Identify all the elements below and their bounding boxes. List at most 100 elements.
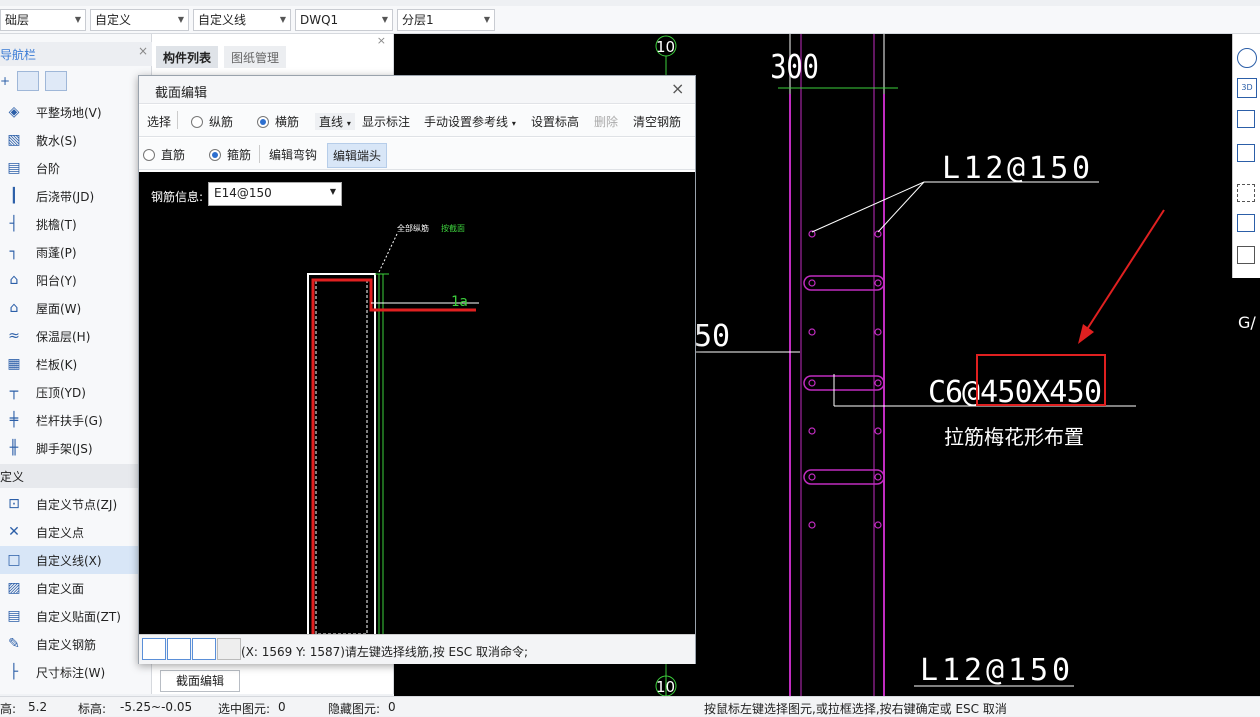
section-edit-dialog: 截面编辑 × 选择 纵筋 横筋 直线 ▾ 显示标注 手动设置参考线 ▾ 设置标高… xyxy=(138,75,696,664)
canvas-la: 1a xyxy=(451,294,468,310)
nav-item-label: 自定义点 xyxy=(36,525,85,540)
stirrup-radio[interactable]: 箍筋 xyxy=(209,146,251,163)
nav-item[interactable]: ◈ 平整场地(V) xyxy=(0,98,152,126)
nav-item[interactable]: ╪ 栏杆扶手(G) xyxy=(0,406,152,434)
nav-item[interactable]: ⌂ 屋面(W) xyxy=(0,294,152,322)
chevron-down-icon: ▼ xyxy=(381,15,388,24)
chevron-down-icon: ▾ xyxy=(511,119,516,128)
scaffold-icon: ╫ xyxy=(9,440,19,456)
add-point-icon[interactable] xyxy=(217,638,241,660)
arrow-head xyxy=(1078,324,1094,344)
cube-icon[interactable] xyxy=(1237,110,1255,128)
nav-custom-item[interactable]: ✎ 自定义钢筋 xyxy=(0,630,152,658)
section-outline xyxy=(307,273,376,634)
height-value: 5.2 xyxy=(28,700,48,714)
nav-item[interactable]: ┤ 挑檐(T) xyxy=(0,210,152,238)
section-canvas[interactable]: 钢筋信息: E14@150 ▼ 全部纵筋 按截面 1a xyxy=(139,172,695,634)
divider xyxy=(177,111,178,129)
nav-item-label: 台阶 xyxy=(36,161,61,176)
show-label-button[interactable]: 显示标注 xyxy=(362,113,410,130)
properties-icon[interactable] xyxy=(1237,246,1255,264)
type-combo[interactable]: 自定义 ▼ xyxy=(90,9,189,31)
tab-drawing-management[interactable]: 图纸管理 xyxy=(224,46,287,68)
radio-icon xyxy=(191,116,203,128)
nav-item-label: 自定义线(X) xyxy=(36,553,102,568)
delete-button[interactable]: 删除 xyxy=(594,113,618,130)
dialog-status-text: (X: 1569 Y: 1587)请左键选择线筋,按 ESC 取消命令; xyxy=(241,645,528,659)
dimension-icon: ├ xyxy=(9,664,19,680)
nav-section-custom[interactable]: 定义 xyxy=(0,464,152,488)
nav-item-label: 阳台(Y) xyxy=(36,273,77,288)
nav-item-label: 保温层(H) xyxy=(36,329,91,344)
nav-item[interactable]: ⌂ 阳台(Y) xyxy=(0,266,152,294)
add-icon[interactable]: + xyxy=(0,74,10,88)
nav-item[interactable]: ▧ 散水(S) xyxy=(0,126,152,154)
nav-custom-item[interactable]: ▨ 自定义面 xyxy=(0,574,152,602)
nav-item[interactable]: ╫ 脚手架(JS) xyxy=(0,434,152,462)
select-region-icon[interactable] xyxy=(1237,184,1255,202)
section-drawing: 全部纵筋 按截面 1a xyxy=(307,223,479,634)
manual-reference-dropdown[interactable]: 手动设置参考线 ▾ xyxy=(424,113,516,130)
component-view-icon[interactable] xyxy=(1237,214,1255,232)
radio-checked-icon xyxy=(257,116,269,128)
layer-combo[interactable]: 分层1 ▼ xyxy=(397,9,495,31)
line-snap-icon[interactable] xyxy=(167,638,191,660)
tie-bar xyxy=(803,469,885,485)
3d-view-icon[interactable]: 3D xyxy=(1237,78,1257,98)
nav-item-label: 自定义节点(ZJ) xyxy=(36,497,118,512)
close-icon[interactable]: × xyxy=(138,44,148,58)
section-edit-button[interactable]: 截面编辑 xyxy=(160,670,240,692)
top-toolbar: 础层 ▼ 自定义 ▼ 自定义线 ▼ DWQ1 ▼ 分层1 ▼ xyxy=(0,0,1260,34)
veneer-icon: ▤ xyxy=(7,608,21,624)
chevron-down-icon: ▼ xyxy=(279,15,286,24)
selected-value: 0 xyxy=(278,700,286,714)
floor-combo[interactable]: 础层 ▼ xyxy=(0,9,86,31)
view-toolbar: 3D xyxy=(1232,34,1260,278)
nav-item[interactable]: ▤ 台阶 xyxy=(0,154,152,182)
component-combo[interactable]: DWQ1 ▼ xyxy=(295,9,393,31)
perpendicular-snap-icon[interactable] xyxy=(192,638,216,660)
nav-custom-item[interactable]: □ 自定义线(X) xyxy=(0,546,152,574)
nav-custom-item[interactable]: ⊡ 自定义节点(ZJ) xyxy=(0,490,152,518)
nav-item[interactable]: ┃ 后浇带(JD) xyxy=(0,182,152,210)
edit-hook-button[interactable]: 编辑弯钩 xyxy=(269,146,317,163)
clear-rebar-button[interactable]: 清空钢筋 xyxy=(633,113,681,130)
orbit-icon[interactable] xyxy=(1237,48,1257,68)
longitudinal-radio[interactable]: 纵筋 xyxy=(191,113,233,130)
label-c6: C6@ xyxy=(928,375,980,410)
straight-bar-radio[interactable]: 直筋 xyxy=(143,146,185,163)
roof-icon: ⌂ xyxy=(9,300,19,316)
line-dropdown[interactable]: 直线 ▾ xyxy=(315,113,355,130)
dialog-titlebar: 截面编辑 × xyxy=(139,76,695,104)
select-button[interactable]: 选择 xyxy=(147,113,171,130)
site-icon: ◈ xyxy=(8,104,20,120)
nav-custom-item[interactable]: ▤ 自定义贴面(ZT) xyxy=(0,602,152,630)
ortho-snap-icon[interactable] xyxy=(142,638,166,660)
transverse-radio[interactable]: 横筋 xyxy=(257,113,299,130)
tab-component-list[interactable]: 构件列表 xyxy=(156,46,219,68)
list-view-icon[interactable] xyxy=(17,71,39,91)
hidden-label: 隐藏图元: xyxy=(328,702,381,716)
nav-item-label: 自定义钢筋 xyxy=(36,637,97,652)
nav-custom-item[interactable]: ✕ 自定义点 xyxy=(0,518,152,546)
label-g: G/ xyxy=(1238,313,1256,332)
dialog-toolbar-2: 直筋 箍筋 编辑弯钩 编辑端头 xyxy=(139,138,695,170)
nav-item[interactable]: ▦ 栏板(K) xyxy=(0,350,152,378)
nav-item[interactable]: ≈ 保温层(H) xyxy=(0,322,152,350)
dialog-statusbar: (X: 1569 Y: 1587)请左键选择线筋,按 ESC 取消命令; xyxy=(139,634,695,664)
leader-dashed xyxy=(378,233,398,273)
close-icon[interactable]: × xyxy=(671,79,684,98)
detail-view-icon[interactable] xyxy=(45,71,67,91)
nav-item[interactable]: ┐ 雨蓬(P) xyxy=(0,238,152,266)
subtype-combo[interactable]: 自定义线 ▼ xyxy=(193,9,291,31)
radio-icon xyxy=(143,149,155,161)
dimension-300: 300 xyxy=(770,48,819,86)
leader-line xyxy=(811,181,925,233)
edit-end-button[interactable]: 编辑端头 xyxy=(327,143,388,168)
step-icon: ▤ xyxy=(7,160,21,176)
nav-item[interactable]: ┬ 压顶(YD) xyxy=(0,378,152,406)
set-elevation-button[interactable]: 设置标高 xyxy=(531,113,579,130)
close-icon[interactable]: × xyxy=(377,34,386,47)
box-icon[interactable] xyxy=(1237,144,1255,162)
nav-custom-item[interactable]: ├ 尺寸标注(W) xyxy=(0,658,152,686)
